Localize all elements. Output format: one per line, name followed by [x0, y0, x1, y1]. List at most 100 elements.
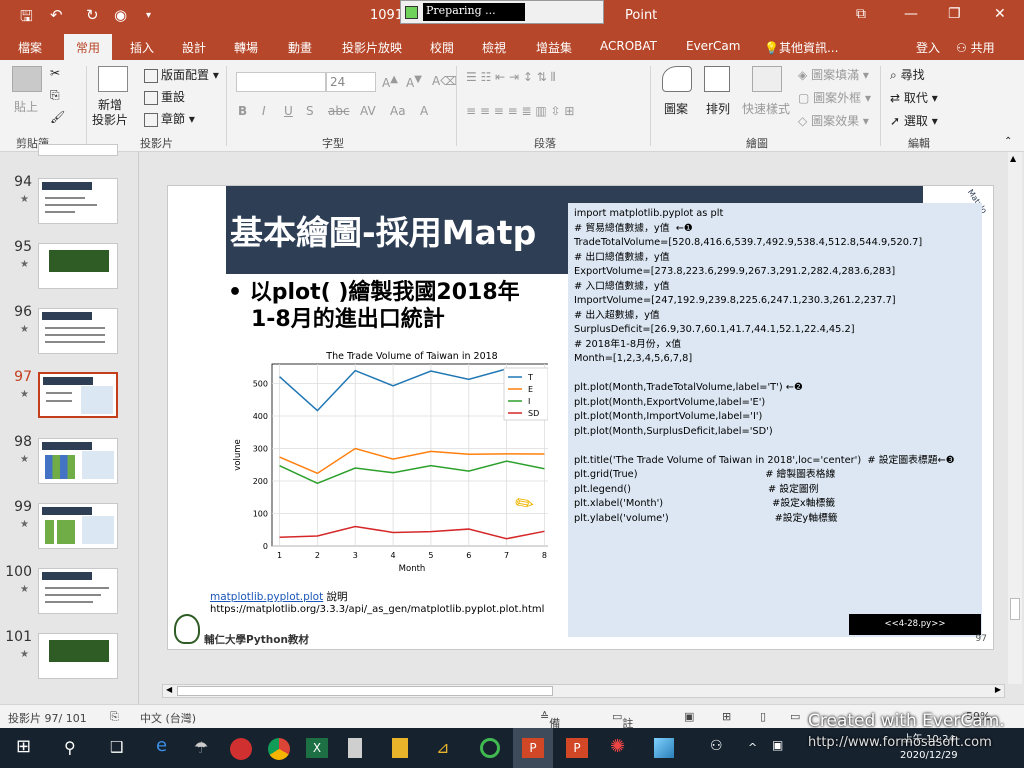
underline-icon[interactable]: U: [284, 104, 293, 118]
bullet-text[interactable]: • 以plot( )繪製我國2018年 1-8月的進出口統計: [228, 279, 520, 333]
slide-thumbnail-selected[interactable]: [38, 372, 118, 418]
char-spacing-icon[interactable]: AV: [360, 104, 376, 118]
tab-transitions[interactable]: 轉場: [234, 39, 258, 56]
folder-icon[interactable]: [392, 738, 408, 758]
font-name-input[interactable]: [236, 72, 326, 92]
tab-design[interactable]: 設計: [182, 39, 206, 56]
tab-home[interactable]: 常用: [64, 34, 113, 62]
tab-insert[interactable]: 插入: [130, 39, 154, 56]
copy-icon[interactable]: ⎘: [50, 88, 60, 103]
find-button[interactable]: ⌕ 尋找: [890, 66, 925, 83]
scroll-right-icon[interactable]: ▶: [995, 685, 1001, 694]
undo-icon[interactable]: ↶: [50, 6, 63, 24]
shapes-icon[interactable]: [662, 66, 692, 92]
reset-button[interactable]: 重設: [144, 88, 185, 105]
tab-file[interactable]: 檔案: [18, 39, 42, 56]
excel-icon[interactable]: X: [306, 738, 328, 758]
change-case-icon[interactable]: Aa: [390, 104, 406, 118]
shadow-icon[interactable]: S: [306, 104, 314, 118]
spell-check-icon[interactable]: ⎘: [110, 710, 119, 724]
save-icon[interactable]: 🖫: [20, 6, 33, 31]
arrange-button[interactable]: 排列: [706, 100, 730, 117]
language-indicator[interactable]: 中文 (台灣): [140, 710, 196, 726]
code-box[interactable]: import matplotlib.pyplot as plt # 貿易總值數據，…: [568, 203, 982, 637]
slide-thumbnail[interactable]: [38, 503, 118, 549]
shape-outline-button[interactable]: ▢ 圖案外框 ▾: [798, 89, 871, 106]
task-view-icon[interactable]: ❑: [110, 738, 132, 758]
clear-format-icon[interactable]: A⌫: [432, 74, 457, 88]
tell-me[interactable]: 💡其他資訊...: [764, 39, 838, 56]
slide-canvas[interactable]: 基本繪圖-採用Matp Matplo • 以plot( )繪製我國2018年 1…: [167, 185, 994, 650]
sign-in-link[interactable]: 登入: [916, 39, 940, 56]
paste-icon[interactable]: [12, 66, 42, 92]
reading-view-icon[interactable]: ▯: [760, 710, 766, 723]
section-button[interactable]: 章節 ▾: [144, 110, 195, 127]
bold-icon[interactable]: B: [238, 104, 247, 118]
format-painter-icon[interactable]: 🖌: [50, 110, 65, 124]
redo-icon[interactable]: ↻: [86, 6, 99, 24]
cut-icon[interactable]: ✂: [50, 66, 60, 80]
notes-button[interactable]: ≙ 備忘稿: [540, 710, 560, 762]
spider-app-icon[interactable]: ✺: [610, 736, 632, 757]
scroll-left-icon[interactable]: ◀: [166, 685, 172, 694]
shapes-button[interactable]: 圖案: [664, 100, 688, 117]
replace-button[interactable]: ⇄ 取代 ▾: [890, 89, 938, 106]
restore-button[interactable]: ❐: [948, 6, 961, 22]
slide-thumbnail[interactable]: [38, 308, 118, 354]
quick-styles-button[interactable]: 快速樣式: [742, 100, 790, 117]
select-button[interactable]: ➚ 選取 ▾: [890, 112, 938, 129]
tab-review[interactable]: 校閱: [430, 39, 454, 56]
align-icons[interactable]: ≡ ≡ ≡ ≡ ≣ ▥ ⇳ ⊞: [466, 104, 574, 118]
comments-button[interactable]: ▭ 註解: [612, 710, 633, 746]
minimize-button[interactable]: —: [904, 6, 918, 22]
horizontal-scrollbar[interactable]: ◀ ▶: [162, 684, 1005, 698]
new-slide-icon[interactable]: [98, 66, 128, 92]
grow-font-icon[interactable]: A▲: [382, 74, 398, 90]
paste-button[interactable]: 貼上: [14, 98, 38, 115]
quick-styles-icon[interactable]: [752, 66, 782, 92]
shape-fill-button[interactable]: ◈ 圖案填滿 ▾: [798, 66, 869, 83]
close-button[interactable]: ✕: [994, 6, 1006, 22]
slide-sorter-icon[interactable]: ⊞: [722, 710, 731, 723]
trade-volume-chart[interactable]: 1 2 3 4 5 6 7 8 0 100 200 300 400 500 The Trade Volume…: [228, 346, 553, 576]
tray-expand-icon[interactable]: ^: [748, 741, 770, 761]
people-icon[interactable]: ⚇: [710, 738, 732, 758]
slide-title[interactable]: 基本繪圖-採用Matp: [230, 206, 536, 254]
tab-slideshow[interactable]: 投影片放映: [342, 39, 402, 56]
slide-thumbnail[interactable]: [38, 178, 118, 224]
font-color-icon[interactable]: A: [420, 104, 428, 118]
presenter-icon[interactable]: ◉: [114, 6, 127, 24]
slide-thumbnail[interactable]: [38, 568, 118, 614]
document-app-icon[interactable]: [348, 738, 362, 758]
layout-button[interactable]: 版面配置 ▾: [144, 66, 219, 83]
edge-icon[interactable]: e: [156, 735, 178, 756]
slide-thumbnail[interactable]: [38, 243, 118, 289]
notepad-icon[interactable]: ⊿: [436, 738, 458, 758]
refresh-app-icon[interactable]: [480, 738, 500, 758]
matplotlib-doc-link[interactable]: matplotlib.pyplot.plot: [210, 591, 323, 603]
powerpoint-icon[interactable]: P: [522, 738, 544, 758]
tab-evercam[interactable]: EverCam: [686, 39, 740, 53]
windows-start-icon[interactable]: ⊞: [16, 736, 38, 757]
ribbon-display-icon[interactable]: ⧉: [856, 6, 866, 22]
slide-thumbnail[interactable]: [38, 438, 118, 484]
scroll-up-icon[interactable]: ▲: [1010, 154, 1016, 163]
slide-thumbnail-partial[interactable]: [38, 144, 118, 156]
strikethrough-icon[interactable]: abc: [328, 104, 350, 118]
tray-app-icon[interactable]: ▣: [772, 738, 794, 758]
vertical-scroll-thumb[interactable]: [1010, 598, 1020, 620]
tab-animations[interactable]: 動畫: [288, 39, 312, 56]
arrange-icon[interactable]: [704, 66, 730, 92]
font-size-input[interactable]: 24: [326, 72, 376, 92]
horizontal-scroll-thumb[interactable]: [177, 686, 553, 696]
collapse-ribbon-icon[interactable]: ⌃: [1004, 136, 1012, 147]
search-icon[interactable]: ⚲: [64, 738, 86, 758]
thumbnail-scrollbar[interactable]: [138, 152, 150, 704]
italic-icon[interactable]: I: [262, 104, 266, 118]
new-slide-button[interactable]: 新增 投影片: [92, 98, 128, 128]
tab-view[interactable]: 檢視: [482, 39, 506, 56]
umbrella-app-icon[interactable]: ☂: [194, 738, 216, 758]
tab-acrobat[interactable]: ACROBAT: [600, 39, 657, 53]
file-link-button[interactable]: <<4-28.py>>: [849, 614, 981, 635]
shrink-font-icon[interactable]: A▼: [406, 74, 422, 90]
